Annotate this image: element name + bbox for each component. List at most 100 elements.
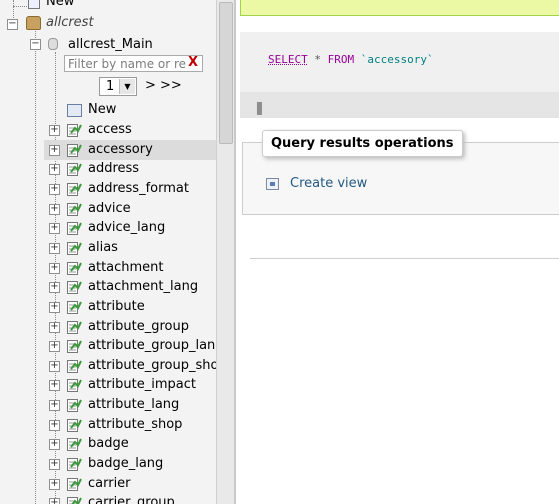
expand-icon[interactable]: + — [49, 164, 60, 176]
table-item[interactable]: + attachment_lang — [0, 277, 216, 297]
expand-icon[interactable]: + — [49, 380, 60, 392]
table-name[interactable]: alias — [88, 239, 118, 257]
table-item[interactable]: + attribute_shop — [0, 415, 216, 435]
table-name[interactable]: carrier_group — [88, 494, 175, 504]
table-item[interactable]: + carrier_group — [0, 493, 216, 504]
table-structure-icon[interactable] — [67, 182, 82, 196]
server-label[interactable]: allcrest — [46, 14, 94, 32]
table-name[interactable]: accessory — [88, 141, 153, 159]
table-structure-icon[interactable] — [67, 438, 82, 452]
table-item[interactable]: + attribute_group — [0, 317, 216, 337]
resize-handle-icon[interactable]: ▪ ▪ ▪ — [256, 100, 263, 118]
table-name[interactable]: carrier — [88, 475, 131, 493]
table-item[interactable]: + advice — [0, 199, 216, 219]
table-structure-icon[interactable] — [67, 320, 82, 334]
expand-icon[interactable]: + — [49, 341, 60, 353]
table-name[interactable]: address — [88, 160, 139, 178]
expand-icon[interactable]: + — [49, 183, 60, 195]
table-name[interactable]: badge — [88, 435, 129, 453]
table-name[interactable]: advice — [88, 200, 131, 218]
table-item[interactable]: + attribute_lang — [0, 395, 216, 415]
table-name[interactable]: badge_lang — [88, 455, 163, 473]
table-name[interactable]: attribute_lang — [88, 396, 179, 414]
table-name[interactable]: attribute_group_lang — [88, 337, 216, 355]
table-structure-icon[interactable] — [67, 163, 82, 177]
table-item[interactable]: + badge_lang — [0, 454, 216, 474]
table-item[interactable]: + attribute_group_shop — [0, 356, 216, 376]
table-name[interactable]: attribute_group — [88, 318, 189, 336]
table-structure-icon[interactable] — [67, 340, 82, 354]
table-item[interactable]: + carrier — [0, 474, 216, 494]
expand-icon[interactable]: + — [49, 459, 60, 471]
table-item[interactable]: + accessory — [0, 139, 216, 160]
table-name[interactable]: attachment_lang — [88, 278, 198, 296]
table-structure-icon[interactable] — [67, 261, 82, 275]
expand-icon[interactable]: + — [49, 360, 60, 372]
collapse-icon[interactable]: − — [7, 19, 18, 30]
table-structure-icon[interactable] — [67, 497, 82, 504]
table-name[interactable]: attribute — [88, 298, 145, 316]
expand-icon[interactable]: + — [49, 498, 60, 504]
table-structure-icon[interactable] — [67, 399, 82, 413]
expand-icon[interactable]: + — [49, 321, 60, 333]
expand-icon[interactable]: + — [49, 419, 60, 431]
table-name[interactable]: attribute_impact — [88, 376, 196, 394]
expand-icon[interactable]: + — [49, 301, 60, 313]
table-structure-icon[interactable] — [67, 202, 82, 216]
table-item[interactable]: + attribute_impact — [0, 375, 216, 395]
table-item[interactable]: + address_format — [0, 179, 216, 199]
nav-scrollbar[interactable] — [216, 0, 234, 504]
table-item[interactable]: + advice_lang — [0, 218, 216, 238]
top-new-item[interactable]: New — [24, 0, 144, 12]
expand-icon[interactable]: + — [49, 223, 60, 235]
top-new-label[interactable]: New — [46, 0, 74, 11]
table-structure-icon[interactable] — [67, 477, 82, 491]
table-structure-icon[interactable] — [67, 222, 82, 236]
table-item[interactable]: + badge — [0, 434, 216, 454]
table-name[interactable]: attribute_shop — [88, 416, 182, 434]
expand-icon[interactable]: + — [49, 262, 60, 274]
server-item[interactable]: − allcrest — [0, 14, 216, 34]
expand-icon[interactable]: + — [49, 144, 60, 156]
collapse-icon[interactable]: − — [30, 39, 41, 50]
table-structure-icon[interactable] — [67, 359, 82, 373]
table-name[interactable]: attachment — [88, 259, 164, 277]
clear-filter-button[interactable]: X — [188, 55, 198, 70]
table-structure-icon[interactable] — [67, 458, 82, 472]
expand-icon[interactable]: + — [49, 203, 60, 215]
table-structure-icon[interactable] — [67, 124, 82, 137]
database-label[interactable]: allcrest_Main — [68, 36, 153, 54]
expand-icon[interactable]: + — [49, 478, 60, 490]
table-structure-icon[interactable] — [67, 418, 82, 432]
create-view-label[interactable]: Create view — [290, 176, 367, 192]
table-item[interactable]: + attribute_group_lang — [0, 336, 216, 356]
scrollbar-thumb[interactable] — [219, 2, 233, 144]
filter-input[interactable] — [65, 56, 186, 71]
expand-icon[interactable]: + — [49, 125, 60, 136]
page-select[interactable]: 1 ▼ — [99, 77, 137, 96]
sql-keyword-select[interactable]: SELECT — [268, 53, 308, 66]
table-name[interactable]: address_format — [88, 180, 189, 198]
table-item[interactable]: + address — [0, 159, 216, 179]
table-name[interactable]: access — [88, 121, 132, 139]
expand-icon[interactable]: + — [49, 400, 60, 412]
new-table-item[interactable]: New — [0, 100, 216, 120]
table-name[interactable]: advice_lang — [88, 219, 165, 237]
table-name[interactable]: attribute_group_shop — [88, 357, 216, 375]
database-item[interactable]: − allcrest_Main — [0, 34, 216, 54]
chevron-down-icon[interactable]: ▼ — [119, 79, 135, 94]
expand-icon[interactable]: + — [49, 282, 60, 294]
table-structure-icon[interactable] — [67, 281, 82, 295]
table-structure-icon[interactable] — [67, 300, 82, 314]
table-item[interactable]: + alias — [0, 238, 216, 258]
expand-icon[interactable]: + — [49, 439, 60, 451]
table-structure-icon[interactable] — [67, 143, 82, 157]
new-table-label[interactable]: New — [88, 101, 116, 119]
expand-icon[interactable]: + — [49, 242, 60, 254]
next-page-links[interactable]: > >> — [145, 78, 182, 93]
table-item[interactable]: + access — [0, 120, 216, 140]
table-item[interactable]: + attribute — [0, 297, 216, 317]
table-structure-icon[interactable] — [67, 241, 82, 255]
table-item[interactable]: + attachment — [0, 258, 216, 278]
table-structure-icon[interactable] — [67, 379, 82, 393]
